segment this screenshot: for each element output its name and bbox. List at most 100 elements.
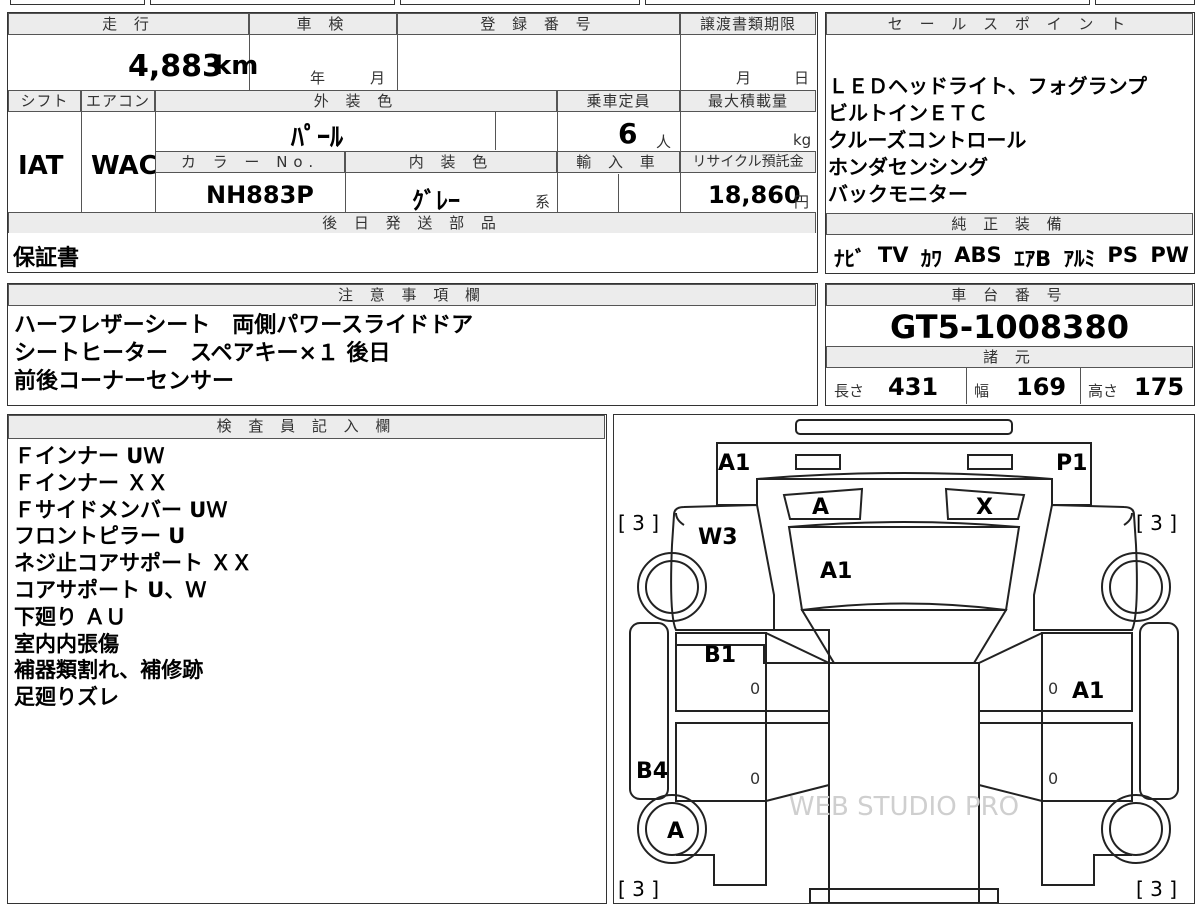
- equipment-item: ﾅﾋﾞ: [834, 247, 866, 271]
- mark-front-left: A1: [718, 451, 751, 476]
- height-label: 高さ: [1088, 382, 1119, 400]
- equipment-item: ｶﾜ: [920, 247, 942, 271]
- sales-points-header: セ ー ル ス ポ イ ン ト: [826, 13, 1193, 35]
- car-diagram: WEB STUDIO PRO: [629, 419, 1179, 903]
- aircon-value: WAC: [91, 151, 158, 181]
- inspector-box: 検 査 員 記 入 欄 Ｆインナー UＷ Ｆインナー ＸＸ Ｆサイドメンバー U…: [7, 414, 607, 904]
- equipment-item: TV: [877, 243, 909, 267]
- equipment-item: PW: [1150, 243, 1189, 267]
- tire-mark-front-right: [ 3 ]: [1136, 511, 1178, 535]
- mark-windshield-left: A: [812, 495, 830, 520]
- note-line: 前後コーナーセンサー: [14, 369, 235, 394]
- notes-list: ハーフレザーシート 両側パワースライドドア シートヒーター スペアキー×１ 後日…: [14, 312, 473, 396]
- sales-point-item: ビルトインＥＴＣ: [828, 101, 988, 125]
- inspector-header: 検 査 員 記 入 欄: [8, 415, 605, 439]
- registration-header: 登 録 番 号: [397, 13, 680, 35]
- height-value: 175: [1134, 373, 1185, 401]
- specs-header: 諸 元: [826, 346, 1193, 368]
- inspector-line: Ｆインナー UＷ: [14, 444, 165, 468]
- notes-box: 注 意 事 項 欄 ハーフレザーシート 両側パワースライドドア シートヒーター …: [7, 283, 818, 406]
- sales-point-item: ホンダセンシング: [828, 155, 988, 179]
- later-parts-header: 後 日 発 送 部 品: [8, 212, 816, 234]
- width-label: 幅: [974, 382, 990, 400]
- zero-mark: 0: [1048, 679, 1059, 698]
- inspection-month-unit: 月: [370, 69, 386, 87]
- inspector-list: Ｆインナー UＷ Ｆインナー ＸＸ Ｆサイドメンバー UＷ フロントピラー U …: [14, 443, 252, 711]
- sales-point-item: クルーズコントロール: [828, 128, 1027, 152]
- inspector-line: 下廻り ＡＵ: [14, 604, 127, 629]
- max-load-unit: kg: [793, 131, 812, 149]
- car-diagram-box: WEB STUDIO PRO A1 P1 A X W3 A1 B1 A1 B4 …: [613, 414, 1195, 904]
- watermark: WEB STUDIO PRO: [789, 792, 1019, 822]
- length-label: 長さ: [834, 382, 865, 400]
- chassis-value: GT5-1008380: [890, 308, 1129, 346]
- shift-header: シフト: [8, 90, 81, 112]
- mileage-unit: km: [214, 51, 259, 81]
- inspector-line: 足廻りズレ: [14, 685, 119, 710]
- recycle-value: 18,860: [708, 181, 801, 209]
- sales-point-item: バックモニター: [828, 182, 968, 206]
- mark-windshield-right: X: [976, 495, 993, 520]
- notes-header: 注 意 事 項 欄: [8, 284, 816, 306]
- recycle-header: リサイクル預託金: [680, 151, 816, 173]
- equipment-item: ｱﾙﾐ: [1063, 247, 1096, 271]
- mileage-header: 走 行: [8, 13, 249, 35]
- inspector-line: 室内内張傷: [14, 631, 119, 656]
- transfer-month-unit: 月: [736, 69, 752, 87]
- interior-color-header: 内 装 色: [345, 151, 557, 173]
- length-value: 431: [888, 373, 939, 401]
- top-strip: [0, 0, 1200, 6]
- import-header: 輸 入 車: [557, 151, 680, 173]
- inspector-line: ネジ止コアサポート ＸＸ: [14, 551, 253, 576]
- inspector-line: Ｆインナー ＸＸ: [14, 470, 169, 495]
- recycle-unit: 円: [794, 193, 810, 211]
- inspection-year-unit: 年: [310, 69, 326, 87]
- inspector-line: 補器類割れ、補修跡: [14, 658, 204, 683]
- capacity-header: 乗車定員: [557, 90, 680, 112]
- exterior-color-header: 外 装 色: [155, 90, 557, 112]
- chassis-box: 車 台 番 号 GT5-1008380 諸 元 長さ 431 幅 169 高さ …: [825, 283, 1195, 406]
- mark-fender-left: W3: [698, 525, 738, 550]
- capacity-value: 6: [618, 117, 638, 150]
- equipment-header: 純 正 装 備: [826, 213, 1193, 235]
- sales-points-box: セ ー ル ス ポ イ ン ト ＬＥＤヘッドライト、フォグランプ ビルトインＥＴ…: [825, 12, 1195, 274]
- mark-hood: A1: [820, 559, 853, 584]
- equipment-item: PS: [1107, 243, 1138, 267]
- mileage-value: 4,883: [128, 49, 223, 84]
- tire-mark-rear-left: [ 3 ]: [618, 877, 660, 901]
- inspector-line: フロントピラー U: [14, 524, 186, 549]
- mark-front-door-left: B1: [704, 643, 737, 668]
- tire-mark-front-left: [ 3 ]: [618, 511, 660, 535]
- sales-points-list: ＬＥＤヘッドライト、フォグランプ ビルトインＥＴＣ クルーズコントロール ホンダ…: [828, 73, 1147, 208]
- aircon-header: エアコン: [81, 90, 155, 112]
- tire-mark-rear-right: [ 3 ]: [1136, 877, 1178, 901]
- equipment-item: ABS: [954, 243, 1002, 267]
- chassis-header: 車 台 番 号: [826, 284, 1193, 306]
- max-load-header: 最大積載量: [680, 90, 816, 112]
- mark-front-door-right: A1: [1072, 679, 1105, 704]
- inspection-header: 車 検: [249, 13, 397, 35]
- later-parts-box: [7, 233, 818, 273]
- color-no-value: NH883P: [206, 181, 314, 209]
- interior-color-value: ｸﾞﾚｰ: [412, 187, 460, 215]
- later-parts-text: 保証書: [13, 246, 80, 271]
- sales-point-item: ＬＥＤヘッドライト、フォグランプ: [828, 74, 1147, 98]
- vehicle-info-table: 走 行 車 検 登 録 番 号 譲渡書類期限 4,883 km 年 月 月 日 …: [7, 12, 818, 270]
- color-no-header: カ ラ ー No.: [155, 151, 345, 173]
- mark-rear-wheel-left: A: [667, 819, 685, 844]
- zero-mark: 0: [750, 769, 761, 788]
- equipment-list: ﾅﾋﾞ TV ｶﾜ ABS ｴｱB ｱﾙﾐ PS PW: [834, 243, 1189, 273]
- exterior-color-value: ﾊﾟｰﾙ: [291, 123, 344, 153]
- zero-mark: 0: [750, 679, 761, 698]
- inspector-line: Ｆサイドメンバー UＷ: [14, 497, 228, 522]
- width-value: 169: [1016, 373, 1067, 401]
- interior-color-suffix: 系: [535, 193, 551, 211]
- transfer-day-unit: 日: [794, 69, 810, 87]
- equipment-item: ｴｱB: [1014, 247, 1052, 271]
- mark-front-right: P1: [1056, 451, 1088, 476]
- mark-rear-door-left: B4: [636, 759, 669, 784]
- transfer-deadline-header: 譲渡書類期限: [680, 13, 816, 35]
- note-line: ハーフレザーシート 両側パワースライドドア: [14, 313, 474, 338]
- zero-mark: 0: [1048, 769, 1059, 788]
- note-line: シートヒーター スペアキー×１ 後日: [14, 341, 391, 366]
